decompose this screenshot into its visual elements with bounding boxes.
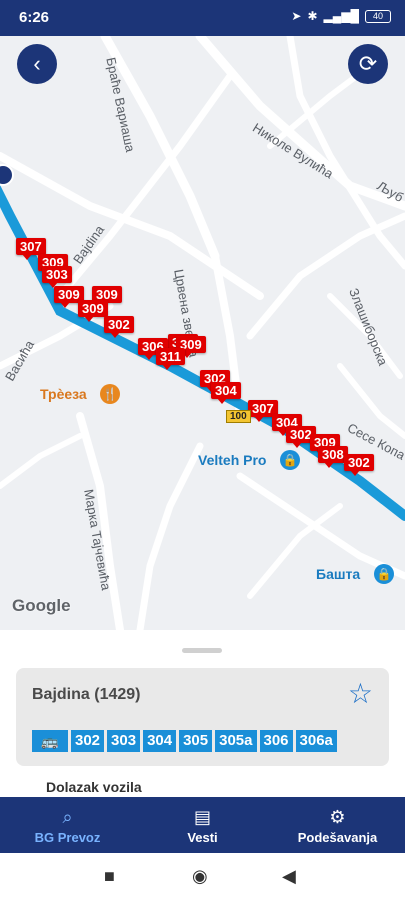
nav-vesti[interactable]: ▤ Vesti: [135, 797, 270, 853]
bus-marker[interactable]: 303: [42, 266, 72, 288]
poi-restaurant-label[interactable]: Трѐеза: [40, 386, 87, 402]
gear-icon: ⚙: [329, 806, 346, 827]
road-number-shield: 100: [226, 410, 251, 423]
poi-basta-label[interactable]: Башта: [316, 566, 360, 582]
bus-marker[interactable]: 311: [156, 348, 185, 370]
bus-marker[interactable]: 307: [16, 238, 46, 260]
bluetooth-icon: ✱: [307, 9, 318, 23]
line-chip[interactable]: 302: [71, 730, 105, 752]
search-icon: ⌕: [62, 806, 73, 827]
nav-bg-prevoz[interactable]: ⌕ BG Prevoz: [0, 797, 135, 853]
stop-name: Bajdina (1429): [32, 686, 141, 703]
nav-podesavanja[interactable]: ⚙ Podešavanja: [270, 797, 405, 853]
home-icon[interactable]: ◉: [192, 866, 208, 887]
status-bar: 6:26 ➤ ✱ ▂▄▆█ 40: [0, 0, 405, 36]
bus-marker[interactable]: 302: [104, 316, 134, 338]
nav-label: Podešavanja: [297, 829, 378, 845]
map-view[interactable]: Браће Вариаша Николе Вулића Љуб Bajdina …: [0, 36, 405, 630]
bottom-navigation: ⌕ BG Prevoz ▤ Vesti ⚙ Podešavanja: [0, 797, 405, 853]
status-time: 6:26: [19, 9, 50, 26]
shopping-bag-icon[interactable]: 🔒: [280, 450, 300, 470]
bus-marker[interactable]: 302: [344, 454, 374, 476]
arrivals-title: Dolazak vozila: [46, 779, 142, 795]
refresh-button[interactable]: ⟳: [348, 44, 388, 84]
stop-info-sheet: Bajdina (1429) ☆ 🚌 302 303 304 305 305a …: [0, 630, 405, 797]
nav-label: BG Prevoz: [34, 829, 101, 845]
stop-card: Bajdina (1429) ☆ 🚌 302 303 304 305 305a …: [16, 668, 389, 766]
back-button[interactable]: ‹: [17, 44, 57, 84]
sheet-drag-handle[interactable]: [182, 648, 222, 653]
line-chip[interactable]: 305: [179, 730, 213, 752]
nav-label: Vesti: [187, 829, 218, 845]
bus-marker[interactable]: 304: [211, 382, 241, 404]
bus-marker[interactable]: 309: [78, 300, 108, 322]
app-screen: 6:26 ➤ ✱ ▂▄▆█ 40 Браће Вариаша Николе Ву…: [0, 0, 405, 900]
restaurant-icon[interactable]: 🍴: [100, 384, 120, 404]
line-chip[interactable]: 305a: [215, 730, 257, 752]
location-icon: ➤: [291, 9, 302, 23]
line-chip[interactable]: 306: [259, 730, 293, 752]
map-roads: [0, 36, 405, 630]
line-chip[interactable]: 304: [143, 730, 177, 752]
star-icon[interactable]: ☆: [348, 680, 373, 708]
back-icon[interactable]: ◀: [282, 866, 296, 887]
battery-icon: 40: [365, 9, 391, 23]
poi-velteh-label[interactable]: Velteh Pro: [198, 452, 266, 468]
lines-fade: [349, 730, 389, 752]
refresh-icon: ⟳: [358, 51, 378, 76]
status-icons: ➤ ✱ ▂▄▆█ 40: [291, 9, 391, 23]
line-chip[interactable]: 303: [107, 730, 141, 752]
recents-icon[interactable]: ■: [104, 866, 115, 887]
signal-icon: ▂▄▆█: [323, 9, 359, 23]
line-chip[interactable]: 306a: [295, 730, 337, 752]
system-navigation-bar: ■ ◉ ◀: [0, 853, 405, 900]
bus-icon: 🚌: [32, 730, 68, 752]
line-list: 🚌 302 303 304 305 305a 306 306a: [32, 730, 337, 752]
chevron-left-icon: ‹: [33, 51, 41, 76]
newspaper-icon: ▤: [193, 806, 211, 827]
google-logo: Google: [12, 596, 71, 615]
shopping-bag-icon[interactable]: 🔒: [374, 564, 394, 584]
